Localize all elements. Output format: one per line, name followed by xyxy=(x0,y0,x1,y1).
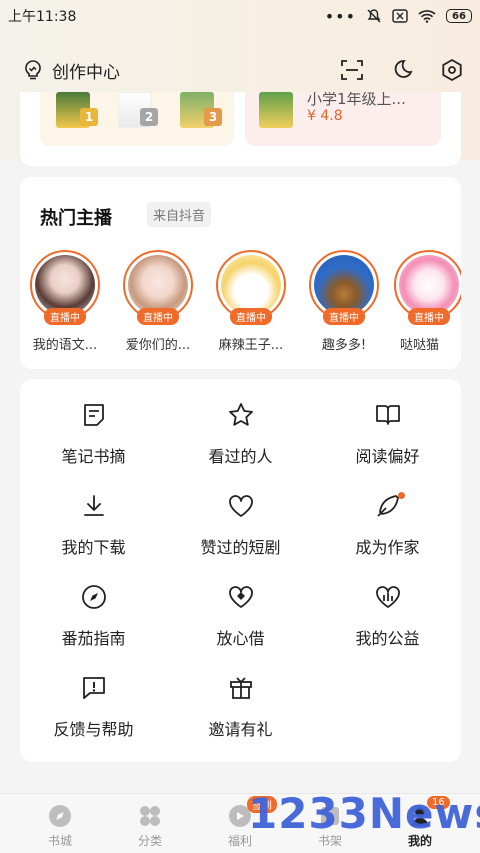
rank-badge: 1 xyxy=(80,108,98,126)
feedback-help-button[interactable]: 反馈与帮助 xyxy=(20,672,167,740)
status-time: 上午11:38 xyxy=(8,9,77,25)
battery-indicator: 66 xyxy=(446,9,472,23)
live-badge: 直播中 xyxy=(44,308,86,325)
streamer-item[interactable]: 直播中 麻辣王子... xyxy=(206,250,296,353)
streamer-item[interactable]: 直播中 我的语文... xyxy=(20,250,110,353)
avatar: 直播中 xyxy=(394,250,461,325)
streamer-name: 我的语文... xyxy=(32,338,98,353)
source-tag: 来自抖音 xyxy=(147,202,212,227)
avatar: 直播中 xyxy=(30,250,100,325)
shield-heart-icon xyxy=(228,586,253,608)
live-badge: 直播中 xyxy=(230,308,272,325)
header-actions xyxy=(340,58,464,82)
streamer-item[interactable]: 直播中 哒哒猫 xyxy=(392,250,461,353)
note-icon xyxy=(83,404,104,426)
streamer-name: 趣多多! xyxy=(321,338,367,353)
streamer-name: 哒哒猫 xyxy=(400,338,440,353)
mute-icon xyxy=(367,9,381,23)
wifi-icon xyxy=(418,10,436,23)
live-badge: 直播中 xyxy=(408,308,450,325)
moon-icon[interactable] xyxy=(390,58,414,82)
streamer-name: 麻辣王子... xyxy=(218,338,284,353)
invite-gift-button[interactable]: 邀请有礼 xyxy=(167,672,314,740)
more-dots-icon: ••• xyxy=(324,6,356,26)
star-icon xyxy=(228,403,253,426)
creator-bulb-icon xyxy=(25,60,41,80)
category-icon xyxy=(140,806,160,826)
rank-badge: 2 xyxy=(140,108,158,126)
book-icon xyxy=(375,405,400,425)
notes-button[interactable]: 笔记书摘 xyxy=(20,399,167,467)
book-price: ¥ 4.8 xyxy=(307,108,343,124)
notification-dot xyxy=(398,492,405,499)
reading-preference-button[interactable]: 阅读偏好 xyxy=(314,399,461,467)
feedback-icon xyxy=(82,677,105,699)
nav-category[interactable]: 分类 xyxy=(105,802,195,849)
scan-icon[interactable] xyxy=(340,58,364,82)
sim-off-icon xyxy=(392,9,408,23)
book-title: 小学1年级上... xyxy=(307,92,406,108)
header: 创作中心 xyxy=(0,50,480,90)
charity-heart-icon xyxy=(375,586,400,608)
safe-borrow-button[interactable]: 放心借 xyxy=(167,581,314,649)
live-badge: 直播中 xyxy=(323,308,365,325)
avatar: 直播中 xyxy=(309,250,379,325)
heart-icon xyxy=(228,495,253,517)
book-detail-panel[interactable]: 小学1年级上... ¥ 4.8 xyxy=(245,92,441,146)
liked-dramas-button[interactable]: 赞过的短剧 xyxy=(167,490,314,558)
downloads-button[interactable]: 我的下载 xyxy=(20,490,167,558)
nav-bookstore[interactable]: 书城 xyxy=(15,802,105,849)
watermark: 1233News xyxy=(248,789,480,838)
status-bar: 上午11:38 ••• 66 xyxy=(0,0,480,32)
book-recommend-card: 1 2 3 小学1年级上... ¥ 4.8 xyxy=(20,92,461,166)
book-ranking-panel[interactable]: 1 2 3 xyxy=(40,92,234,146)
creator-center-button[interactable]: 创作中心 xyxy=(22,58,120,83)
avatar: 直播中 xyxy=(216,250,286,325)
rank-badge: 3 xyxy=(204,108,222,126)
status-icons: ••• 66 xyxy=(325,7,472,26)
book-cover xyxy=(259,92,293,128)
streamer-item[interactable]: 直播中 趣多多! xyxy=(299,250,389,353)
creator-center-label: 创作中心 xyxy=(52,62,120,83)
hot-streamers-card: 热门主播 来自抖音 直播中 我的语文... 直播中 爱你们的... 直播中 麻辣… xyxy=(20,177,461,369)
avatar: 直播中 xyxy=(123,250,193,325)
bookstore-icon xyxy=(49,805,71,827)
streamer-item[interactable]: 直播中 爱你们的... xyxy=(113,250,203,353)
feature-grid-card: 笔记书摘 看过的人 阅读偏好 我的下载 赞过的短剧 成为作家 番茄指南 放心借 … xyxy=(20,379,461,762)
streamer-name: 爱你们的... xyxy=(125,338,191,353)
become-writer-button[interactable]: 成为作家 xyxy=(314,490,461,558)
compass-icon xyxy=(81,585,106,609)
gift-icon xyxy=(229,677,252,699)
download-icon xyxy=(83,495,104,516)
settings-icon[interactable] xyxy=(440,58,464,82)
guide-button[interactable]: 番茄指南 xyxy=(20,581,167,649)
live-badge: 直播中 xyxy=(137,308,179,325)
charity-button[interactable]: 我的公益 xyxy=(314,581,461,649)
section-title: 热门主播 xyxy=(40,208,112,229)
viewers-button[interactable]: 看过的人 xyxy=(167,399,314,467)
